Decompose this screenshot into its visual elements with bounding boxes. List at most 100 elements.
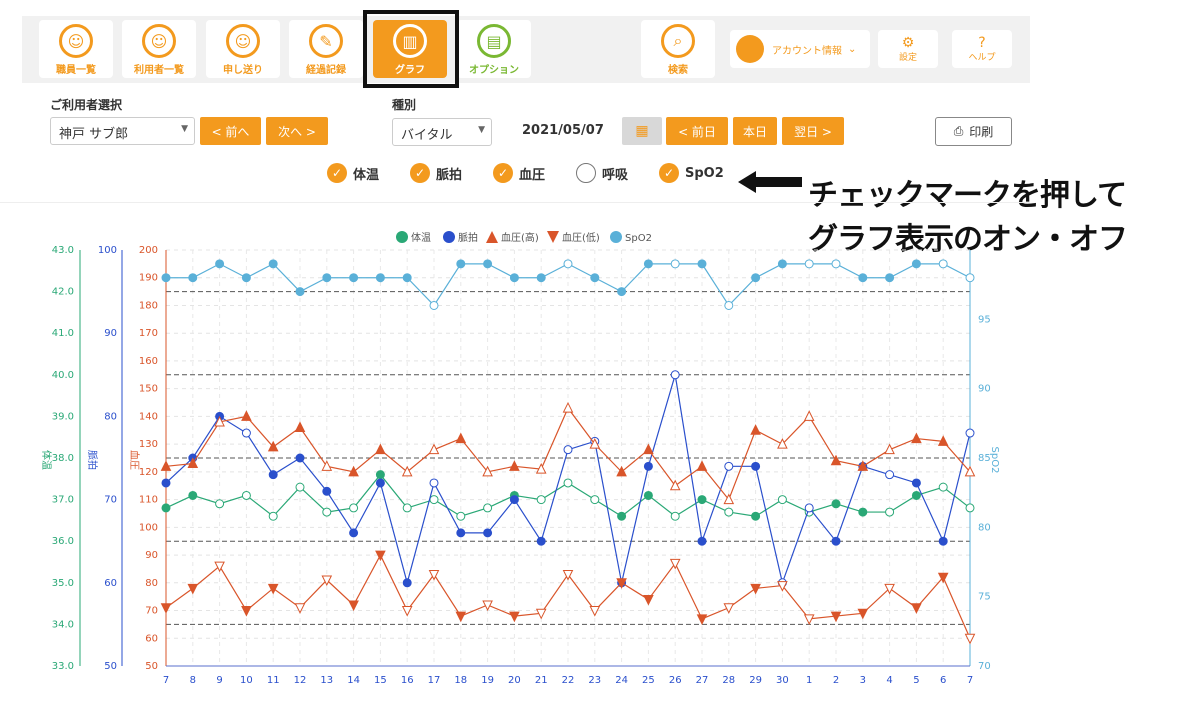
x-tick-label: 26	[669, 675, 682, 686]
user-select-value: 神戸 サブ郎	[59, 127, 129, 142]
data-point	[349, 528, 359, 538]
pulse-tick-label: 70	[104, 495, 117, 506]
data-point	[965, 503, 975, 513]
toggle-blood-pressure[interactable]: ✓ 血圧	[493, 163, 545, 183]
data-point	[885, 507, 895, 517]
book-icon: ▤	[477, 24, 511, 58]
user-select[interactable]: 神戸 サブ郎 ▼	[50, 117, 195, 145]
toggle-pulse[interactable]: ✓ 脈拍	[410, 163, 462, 183]
data-point	[724, 300, 734, 310]
type-select[interactable]: バイタル ▼	[392, 118, 492, 146]
printer-icon: ⎙	[953, 124, 964, 138]
data-point	[750, 424, 761, 435]
legend-label: 血圧(低)	[562, 231, 600, 244]
nav-progress-record-button[interactable]: ✎ 経過記録	[289, 20, 363, 78]
legend-label: 体温	[411, 232, 431, 244]
x-tick-label: 27	[696, 675, 709, 686]
print-button[interactable]: ⎙ 印刷	[935, 117, 1012, 146]
calendar-button[interactable]: ▦	[622, 117, 662, 145]
spo2-tick-label: 80	[978, 522, 991, 533]
bp-tick-label: 130	[139, 439, 158, 450]
nav-staff-list-button[interactable]: ☺ 職員一覧	[39, 20, 113, 78]
settings-button[interactable]: ⚙ 設定	[878, 30, 938, 68]
temp-tick-label: 41.0	[52, 328, 74, 339]
bp-tick-label: 160	[139, 356, 158, 367]
data-point	[643, 259, 653, 269]
toggle-label: 呼吸	[602, 167, 629, 183]
nav-handover-button[interactable]: ☺ 申し送り	[206, 20, 280, 78]
today-button[interactable]: 本日	[733, 117, 777, 145]
x-tick-label: 7	[163, 675, 169, 686]
bp-tick-label: 200	[139, 245, 158, 256]
nav-label: 利用者一覧	[134, 65, 184, 76]
x-tick-label: 29	[749, 675, 762, 686]
toggle-temperature[interactable]: ✓ 体温	[327, 163, 379, 183]
next-user-button[interactable]: 次へ >	[266, 117, 328, 145]
data-point	[777, 259, 787, 269]
data-point	[590, 273, 600, 283]
nav-label: 申し送り	[223, 65, 263, 76]
data-point	[161, 273, 171, 283]
data-point	[349, 273, 359, 283]
data-point	[590, 495, 600, 505]
next-day-button[interactable]: 翌日 >	[782, 117, 844, 145]
data-point	[751, 461, 761, 471]
data-point	[751, 273, 761, 283]
account-label: アカウント情報	[772, 45, 842, 57]
data-point	[429, 495, 439, 505]
data-point	[724, 507, 734, 517]
nav-user-list-button[interactable]: ☺ 利用者一覧	[122, 20, 196, 78]
bp-tick-label: 70	[145, 606, 158, 617]
toggle-respiration[interactable]: 呼吸	[576, 163, 628, 183]
bp-tick-label: 110	[139, 495, 158, 506]
data-point	[295, 482, 305, 492]
data-point	[268, 470, 278, 480]
x-tick-label: 2	[833, 675, 839, 686]
data-point	[670, 259, 680, 269]
data-point	[455, 432, 467, 444]
data-point	[241, 428, 251, 438]
data-point	[322, 273, 332, 283]
x-tick-label: 16	[401, 675, 414, 686]
toggle-label: 脈拍	[436, 167, 463, 183]
data-point	[428, 443, 440, 455]
spo2-axis-title: SpO2	[989, 447, 1000, 474]
help-icon: ?	[978, 34, 986, 51]
spo2-tick-label: 70	[978, 661, 991, 672]
temp-tick-label: 42.0	[52, 287, 74, 298]
spo2-tick-label: 95	[978, 314, 991, 325]
data-point	[375, 443, 386, 455]
help-button[interactable]: ? ヘルプ	[952, 30, 1012, 68]
legend-marker	[547, 231, 559, 243]
prev-user-button[interactable]: < 前へ	[200, 117, 261, 145]
nav-label: 職員一覧	[56, 65, 96, 76]
bp-tick-label: 140	[139, 411, 158, 422]
nav-option-button[interactable]: ▤ オプション	[457, 20, 531, 78]
data-point	[670, 511, 680, 521]
check-icon: ✓	[327, 163, 347, 183]
x-tick-label: 4	[886, 675, 892, 686]
data-point	[429, 300, 439, 310]
data-point	[483, 528, 493, 538]
data-point	[161, 503, 171, 513]
x-tick-label: 23	[588, 675, 601, 686]
data-point	[911, 478, 921, 488]
pulse-tick-label: 80	[104, 411, 117, 422]
data-point	[751, 511, 761, 521]
data-point	[215, 259, 225, 269]
nav-search-button[interactable]: ⌕ 検索	[641, 20, 715, 78]
toggle-spo2[interactable]: ✓ SpO2	[659, 163, 724, 183]
data-point	[831, 499, 841, 509]
bp-axis-title: 血圧	[128, 450, 141, 470]
x-tick-label: 18	[454, 675, 467, 686]
data-point	[375, 470, 385, 480]
prev-day-button[interactable]: < 前日	[666, 117, 728, 145]
gear-icon: ⚙	[901, 34, 915, 51]
data-point	[563, 445, 573, 455]
current-date: 2021/05/07	[522, 123, 604, 138]
toggle-label: 血圧	[519, 167, 546, 183]
x-tick-label: 1	[806, 675, 812, 686]
account-menu-button[interactable]: アカウント情報 ⌄	[730, 30, 870, 68]
x-tick-label: 12	[294, 675, 307, 686]
bp-tick-label: 50	[145, 661, 158, 672]
